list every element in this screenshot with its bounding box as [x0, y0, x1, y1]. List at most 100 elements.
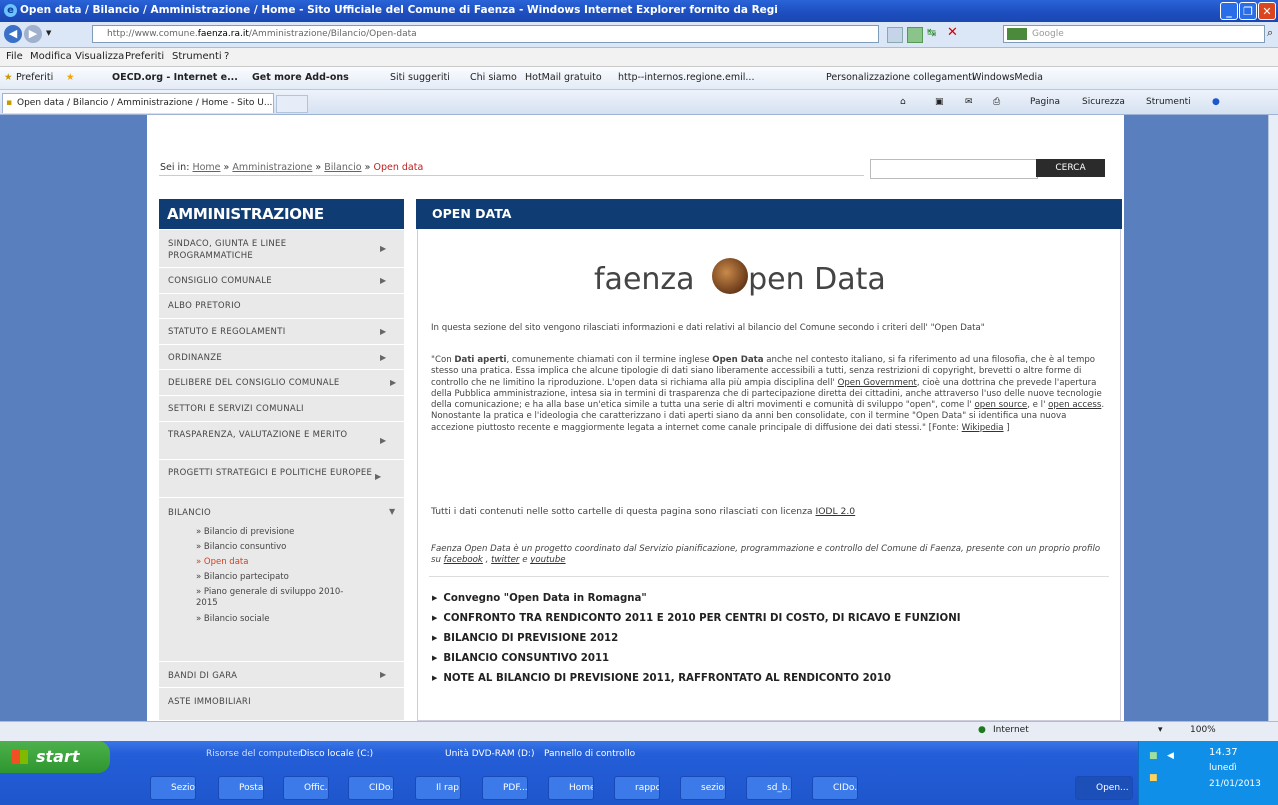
window-title-bar[interactable]: e Open data / Bilancio / Amministrazione… — [0, 0, 1278, 22]
quicklaunch-disk-c[interactable]: Disco locale (C:) — [300, 749, 373, 759]
sidebar-item-trasparenza[interactable]: TRASPARENZA, VALUTAZIONE E MERITO ▶ — [159, 422, 404, 460]
stop-icon[interactable]: ✕ — [947, 25, 958, 40]
doc-link-previsione-2012[interactable]: ▶ BILANCIO DI PREVISIONE 2012 — [432, 633, 618, 644]
doc-link-consuntivo-2011[interactable]: ▶ BILANCIO CONSUNTIVO 2011 — [432, 653, 609, 664]
history-dropdown-icon[interactable]: ▼ — [46, 29, 51, 37]
network-icon[interactable]: ■ — [1149, 751, 1158, 761]
go-icon[interactable]: ↹ — [927, 26, 936, 39]
taskbar-item[interactable]: sezion... — [680, 776, 726, 800]
print-icon[interactable]: ⎙ — [993, 97, 1000, 107]
sidebar-item-consiglio[interactable]: CONSIGLIO COMUNALE ▶ — [159, 268, 404, 294]
menu-preferiti[interactable]: Preferiti — [125, 51, 164, 62]
doc-link-confronto[interactable]: ▶ CONFRONTO TRA RENDICONTO 2011 E 2010 PE… — [432, 613, 961, 624]
quicklaunch-dvd-d[interactable]: Unità DVD-RAM (D:) — [445, 749, 534, 759]
protected-mode-icon[interactable]: ▾ — [1158, 725, 1163, 735]
twitter-link[interactable]: twitter — [491, 555, 519, 565]
fav-item-windowsmedia[interactable]: WindowsMedia — [972, 72, 1043, 83]
fav-item-oecd[interactable]: OECD.org - Internet e... — [112, 72, 238, 83]
sidebar-item-bandi[interactable]: BANDI DI GARA ▶ — [159, 662, 404, 688]
volume-icon[interactable]: ◀ — [1167, 751, 1174, 761]
submenu-bilancio-previsione[interactable]: » Bilancio di previsione — [196, 527, 366, 538]
tab-open-data[interactable]: ▪ Open data / Bilancio / Amministrazione… — [2, 93, 274, 113]
breadcrumb-bilancio-link[interactable]: Bilancio — [324, 162, 361, 173]
open-government-link[interactable]: Open Government — [838, 378, 917, 388]
feeds-icon[interactable]: ▣ — [935, 97, 944, 107]
taskbar-item[interactable]: Sezio... — [150, 776, 196, 800]
quicklaunch-control-panel[interactable]: Pannello di controllo — [544, 749, 635, 759]
taskbar-item[interactable]: Il rap... — [415, 776, 461, 800]
tools-menu[interactable]: Strumenti — [1146, 97, 1191, 107]
taskbar-item[interactable]: rappo... — [614, 776, 660, 800]
fav-item-internos[interactable]: http--internos.regione.emil... — [618, 72, 754, 83]
favorites-star-icon[interactable]: ★ — [4, 72, 13, 83]
new-tab-button[interactable] — [276, 95, 308, 113]
forward-arrow-icon[interactable]: ▶ — [24, 25, 42, 43]
taskbar-item[interactable]: sd_b... — [746, 776, 792, 800]
sidebar-item-ordinanze[interactable]: ORDINANZE ▶ — [159, 345, 404, 370]
page-menu[interactable]: Pagina — [1030, 97, 1060, 107]
menu-help[interactable]: ? — [224, 51, 229, 62]
taskbar-item[interactable]: Home... — [548, 776, 594, 800]
vertical-scrollbar[interactable] — [1268, 115, 1278, 721]
menu-file[interactable]: File — [6, 51, 23, 62]
zoom-level[interactable]: 100% — [1190, 725, 1216, 735]
favorites-button[interactable]: Preferiti — [16, 72, 53, 83]
sidebar-item-statuto[interactable]: STATUTO E REGOLAMENTI ▶ — [159, 319, 404, 345]
maximize-icon[interactable]: ❐ — [1239, 2, 1257, 20]
menu-modifica[interactable]: Modifica — [30, 51, 72, 62]
fav-item-addons[interactable]: Get more Add-ons — [252, 72, 349, 83]
search-input[interactable]: Google — [1003, 25, 1265, 43]
start-button[interactable]: start — [0, 741, 110, 773]
sidebar-item-settori[interactable]: SETTORI E SERVIZI COMUNALI — [159, 396, 404, 422]
doc-link-note-bilancio[interactable]: ▶ NOTE AL BILANCIO DI PREVISIONE 2011, RA… — [432, 673, 891, 684]
taskbar-item[interactable]: CIDo... — [812, 776, 858, 800]
refresh-icon[interactable] — [907, 27, 923, 43]
sidebar-item-albo[interactable]: ALBO PRETORIO — [159, 294, 404, 319]
breadcrumb-amministrazione-link[interactable]: Amministrazione — [232, 162, 312, 173]
quicklaunch-my-computer[interactable]: Risorse del computer — [206, 749, 302, 759]
taskbar-item[interactable]: PDF... — [482, 776, 528, 800]
compat-view-icon[interactable] — [887, 27, 903, 43]
doc-link-convegno[interactable]: ▶ Convegno "Open Data in Romagna" — [432, 593, 647, 604]
cerca-button[interactable]: CERCA — [1036, 159, 1105, 177]
facebook-link[interactable]: facebook — [444, 555, 483, 565]
taskbar-item[interactable]: Posta... — [218, 776, 264, 800]
iodl-link[interactable]: IODL 2.0 — [815, 506, 855, 517]
home-icon[interactable]: ⌂ — [900, 97, 906, 107]
sidebar-item-delibere[interactable]: DELIBERE DEL CONSIGLIO COMUNALE ▶ — [159, 370, 404, 396]
submenu-bilancio-partecipato[interactable]: » Bilancio partecipato — [196, 572, 366, 583]
taskbar-item[interactable]: Offic... — [283, 776, 329, 800]
fav-item-chisiamo[interactable]: Chi siamo — [470, 72, 517, 83]
clock-time[interactable]: 14.37 — [1209, 747, 1238, 758]
add-favorite-icon[interactable]: ★ — [66, 72, 75, 83]
tray-app-icon[interactable]: ■ — [1149, 773, 1158, 783]
open-access-link[interactable]: open access — [1048, 400, 1101, 410]
breadcrumb-home-link[interactable]: Home — [192, 162, 220, 173]
taskbar-item-active[interactable]: Open... — [1075, 776, 1133, 800]
search-icon[interactable]: ⌕ — [1267, 26, 1273, 40]
menu-visualizza[interactable]: Visualizza — [75, 51, 124, 62]
help-icon[interactable]: ● — [1212, 97, 1220, 107]
submenu-bilancio-consuntivo[interactable]: » Bilancio consuntivo — [196, 542, 366, 553]
submenu-piano-sviluppo[interactable]: » Piano generale di sviluppo 2010-2015 — [196, 587, 346, 609]
youtube-link[interactable]: youtube — [530, 555, 565, 565]
submenu-bilancio-sociale[interactable]: » Bilancio sociale — [196, 614, 366, 625]
fav-item-personalize[interactable]: Personalizzazione collegamenti — [826, 72, 975, 83]
mail-icon[interactable]: ✉ — [965, 97, 973, 107]
sidebar-item-progetti[interactable]: PROGETTI STRATEGICI E POLITICHE EUROPEE … — [159, 460, 404, 498]
security-menu[interactable]: Sicurezza — [1082, 97, 1125, 107]
site-search-input[interactable] — [870, 159, 1038, 179]
fav-item-suggested[interactable]: Siti suggeriti — [390, 72, 450, 83]
open-source-link[interactable]: open source — [974, 400, 1027, 410]
sidebar-item-aste[interactable]: ASTE IMMOBILIARI — [159, 688, 404, 721]
taskbar-item[interactable]: CIDo... — [348, 776, 394, 800]
wikipedia-link[interactable]: Wikipedia — [962, 423, 1004, 433]
back-arrow-icon[interactable]: ◀ — [4, 25, 22, 43]
address-bar[interactable]: http://www.comune.faenza.ra.it/Amministr… — [92, 25, 879, 43]
submenu-open-data[interactable]: » Open data — [196, 557, 366, 568]
sidebar-item-sindaco[interactable]: SINDACO, GIUNTA E LINEE PROGRAMMATICHE ▶ — [159, 230, 404, 268]
menu-strumenti[interactable]: Strumenti — [172, 51, 222, 62]
close-icon[interactable]: ✕ — [1258, 2, 1276, 20]
fav-item-hotmail[interactable]: HotMail gratuito — [525, 72, 602, 83]
minimize-icon[interactable]: _ — [1220, 2, 1238, 20]
